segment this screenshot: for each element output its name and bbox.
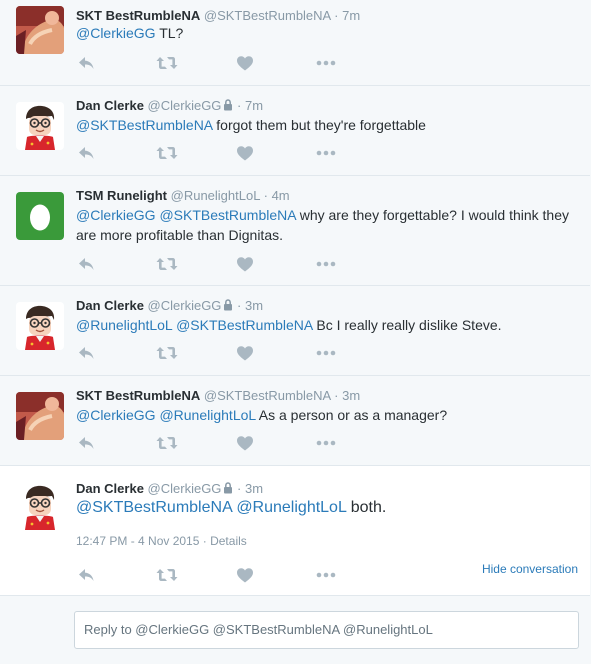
mention-link[interactable]: @RunelightLoL [236, 499, 346, 516]
tweet-text: @ClerkieGG @SKTBestRumbleNA why are they… [76, 205, 576, 245]
display-name[interactable]: Dan Clerke [76, 481, 144, 496]
mention-link[interactable]: @ClerkieGG [76, 207, 156, 223]
tweet-5[interactable]: SKT BestRumbleNA @SKTBestRumbleNA · 3m @… [0, 376, 590, 466]
tweet-header: Dan Clerke @ClerkieGG · 3m [76, 481, 263, 497]
tweet-body: forgot them but they're forgettable [216, 117, 426, 133]
like-icon[interactable] [235, 434, 255, 452]
tweet-4[interactable]: Dan Clerke @ClerkieGG · 3m @RunelightLoL… [0, 286, 590, 376]
tweet-2[interactable]: Dan Clerke @ClerkieGG · 7m @SKTBestRumbl… [0, 86, 590, 176]
full-timestamp[interactable]: 12:47 PM - 4 Nov 2015 [76, 534, 199, 548]
username[interactable]: @ClerkieGG [148, 298, 222, 313]
username[interactable]: @ClerkieGG [148, 481, 222, 496]
timestamp-link[interactable]: 3m [245, 298, 263, 313]
timestamp-link[interactable]: 7m [342, 8, 360, 23]
more-icon[interactable] [315, 144, 335, 162]
timestamp-link[interactable]: 7m [245, 98, 263, 113]
mention-link[interactable]: @ClerkieGG [76, 25, 156, 41]
mention-link[interactable]: @SKTBestRumbleNA [159, 207, 295, 223]
avatar[interactable] [16, 302, 64, 350]
retweet-icon[interactable] [156, 566, 176, 584]
tweet-meta: 12:47 PM - 4 Nov 2015 · Details [76, 534, 247, 548]
mention-link[interactable]: @RunelightLoL [159, 407, 255, 423]
tweet-header: Dan Clerke @ClerkieGG · 7m [76, 98, 263, 114]
like-icon[interactable] [235, 144, 255, 162]
separator-dot: · [202, 534, 207, 548]
tweet-3[interactable]: TSM Runelight @RunelightLoL · 4m @Clerki… [0, 176, 590, 286]
reply-icon[interactable] [76, 255, 96, 273]
lock-icon [223, 99, 233, 111]
tweet-text: @SKTBestRumbleNA @RunelightLoL both. [76, 497, 576, 519]
like-icon[interactable] [235, 344, 255, 362]
lock-icon [223, 299, 233, 311]
reply-icon[interactable] [76, 434, 96, 452]
username[interactable]: @SKTBestRumbleNA [204, 388, 331, 403]
separator-dot: · [263, 188, 268, 203]
more-icon[interactable] [315, 566, 335, 584]
mention-link[interactable]: @ClerkieGG [76, 407, 156, 423]
separator-dot: · [237, 298, 242, 313]
tweet-header: Dan Clerke @ClerkieGG · 3m [76, 298, 263, 314]
reply-icon[interactable] [76, 566, 96, 584]
reply-icon[interactable] [76, 54, 96, 72]
retweet-icon[interactable] [156, 54, 176, 72]
more-icon[interactable] [315, 54, 335, 72]
tweet-text: @RunelightLoL @SKTBestRumbleNA Bc I real… [76, 315, 576, 335]
tweet-6-focused[interactable]: Dan Clerke @ClerkieGG · 3m @SKTBestRumbl… [0, 466, 590, 596]
hide-conversation-link[interactable]: Hide conversation [482, 562, 578, 576]
tweet-body: As a person or as a manager? [258, 407, 448, 423]
tweet-body: Bc I really really dislike Steve. [316, 317, 502, 333]
retweet-icon[interactable] [156, 255, 176, 273]
timestamp-link[interactable]: 4m [272, 188, 290, 203]
tweet-header: SKT BestRumbleNA @SKTBestRumbleNA · 3m [76, 388, 360, 404]
reply-icon[interactable] [76, 144, 96, 162]
display-name[interactable]: SKT BestRumbleNA [76, 388, 200, 403]
retweet-icon[interactable] [156, 144, 176, 162]
display-name[interactable]: Dan Clerke [76, 298, 144, 313]
separator-dot: · [237, 98, 242, 113]
like-icon[interactable] [235, 255, 255, 273]
mention-link[interactable]: @SKTBestRumbleNA [176, 317, 312, 333]
avatar[interactable] [16, 482, 64, 530]
avatar[interactable] [16, 6, 64, 54]
timestamp-link[interactable]: 3m [342, 388, 360, 403]
separator-dot: · [334, 388, 339, 403]
separator-dot: · [334, 8, 339, 23]
avatar[interactable] [16, 392, 64, 440]
retweet-icon[interactable] [156, 434, 176, 452]
like-icon[interactable] [235, 566, 255, 584]
reply-input[interactable]: Reply to @ClerkieGG @SKTBestRumbleNA @Ru… [74, 611, 579, 649]
separator-dot: · [237, 481, 242, 496]
username[interactable]: @RunelightLoL [171, 188, 260, 203]
username[interactable]: @SKTBestRumbleNA [204, 8, 331, 23]
tweet-text: @ClerkieGG TL? [76, 23, 576, 43]
tweet-header: TSM Runelight @RunelightLoL · 4m [76, 188, 290, 204]
lock-icon [223, 482, 233, 494]
tweet-text: @ClerkieGG @RunelightLoL As a person or … [76, 405, 576, 425]
reply-icon[interactable] [76, 344, 96, 362]
like-icon[interactable] [235, 54, 255, 72]
display-name[interactable]: TSM Runelight [76, 188, 167, 203]
tweet-text: @SKTBestRumbleNA forgot them but they're… [76, 115, 576, 135]
username[interactable]: @ClerkieGG [148, 98, 222, 113]
more-icon[interactable] [315, 344, 335, 362]
display-name[interactable]: SKT BestRumbleNA [76, 8, 200, 23]
avatar[interactable] [16, 192, 64, 240]
tweet-1[interactable]: SKT BestRumbleNA @SKTBestRumbleNA · 7m @… [0, 0, 590, 86]
tweet-body: TL? [159, 25, 184, 41]
more-icon[interactable] [315, 434, 335, 452]
mention-link[interactable]: @SKTBestRumbleNA [76, 117, 212, 133]
tweet-header: SKT BestRumbleNA @SKTBestRumbleNA · 7m [76, 8, 360, 24]
more-icon[interactable] [315, 255, 335, 273]
display-name[interactable]: Dan Clerke [76, 98, 144, 113]
mention-link[interactable]: @SKTBestRumbleNA [76, 499, 232, 516]
mention-link[interactable]: @RunelightLoL [76, 317, 172, 333]
details-link[interactable]: Details [210, 534, 247, 548]
retweet-icon[interactable] [156, 344, 176, 362]
tweet-body: both. [350, 499, 387, 516]
timestamp-link[interactable]: 3m [245, 481, 263, 496]
avatar[interactable] [16, 102, 64, 150]
